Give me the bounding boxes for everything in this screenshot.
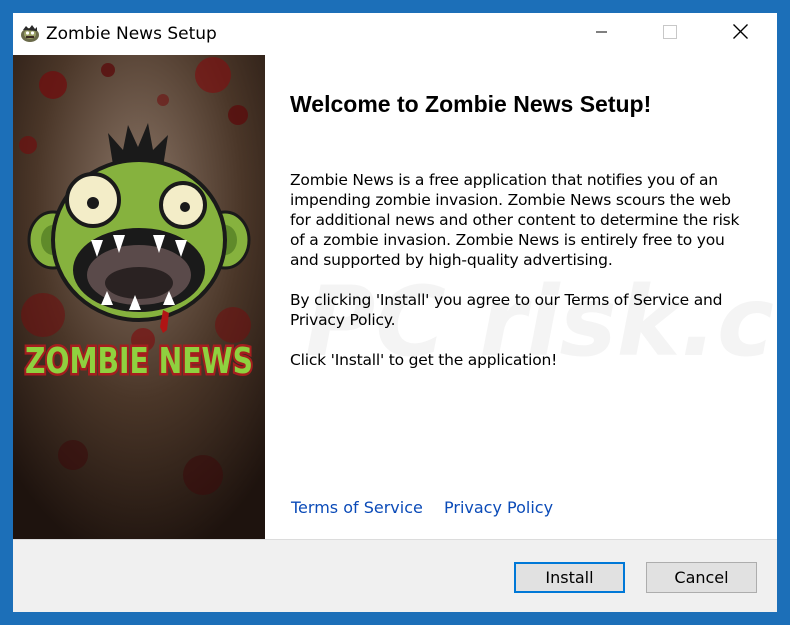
- description-text: Zombie News is a free application that n…: [290, 171, 740, 269]
- minimize-icon: [596, 25, 608, 43]
- instruction-text: Click 'Install' to get the application!: [290, 351, 558, 369]
- maximize-icon: [663, 24, 677, 44]
- terms-of-service-link[interactable]: Terms of Service: [291, 498, 423, 517]
- close-icon: [732, 24, 748, 44]
- zombie-news-artwork: ZOMBIE NEWS: [13, 55, 265, 539]
- setup-window: Zombie News Setup ZOMBIE NEWS PC risk.c …: [1, 1, 789, 624]
- close-button[interactable]: [711, 13, 769, 55]
- sidebar-banner: ZOMBIE NEWS: [13, 55, 265, 539]
- privacy-policy-link[interactable]: Privacy Policy: [444, 498, 553, 517]
- install-button[interactable]: Install: [514, 562, 625, 593]
- content-panel: PC risk.com Welcome to Zombie News Setup…: [265, 55, 777, 539]
- footer-bar: Install Cancel: [13, 539, 777, 612]
- page-title: Welcome to Zombie News Setup!: [290, 91, 652, 117]
- maximize-button[interactable]: [641, 13, 699, 55]
- window-title: Zombie News Setup: [46, 24, 217, 44]
- cancel-button[interactable]: Cancel: [646, 562, 757, 593]
- minimize-button[interactable]: [573, 13, 631, 55]
- logo-text: ZOMBIE NEWS: [25, 341, 253, 382]
- zombie-app-icon: [19, 24, 41, 44]
- title-bar[interactable]: Zombie News Setup: [13, 13, 777, 55]
- agreement-text: By clicking 'Install' you agree to our T…: [290, 291, 723, 329]
